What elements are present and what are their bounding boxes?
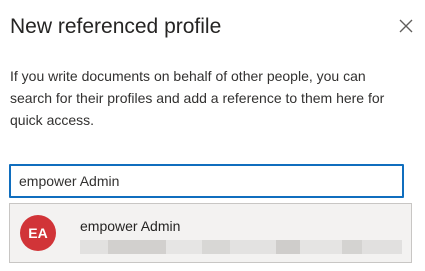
suggestion-name: empower Admin	[80, 218, 181, 234]
dialog-title: New referenced profile	[10, 15, 222, 38]
profile-search-input[interactable]	[9, 164, 404, 198]
close-icon[interactable]	[395, 15, 417, 37]
new-referenced-profile-dialog: New referenced profile If you write docu…	[0, 0, 425, 271]
avatar: EA	[20, 215, 56, 251]
suggestion-secondary-text-redacted	[80, 240, 402, 254]
dialog-description: If you write documents on behalf of othe…	[10, 68, 385, 128]
suggestion-item[interactable]: EA empower Admin	[10, 204, 411, 262]
suggestions-list: EA empower Admin	[9, 203, 412, 263]
